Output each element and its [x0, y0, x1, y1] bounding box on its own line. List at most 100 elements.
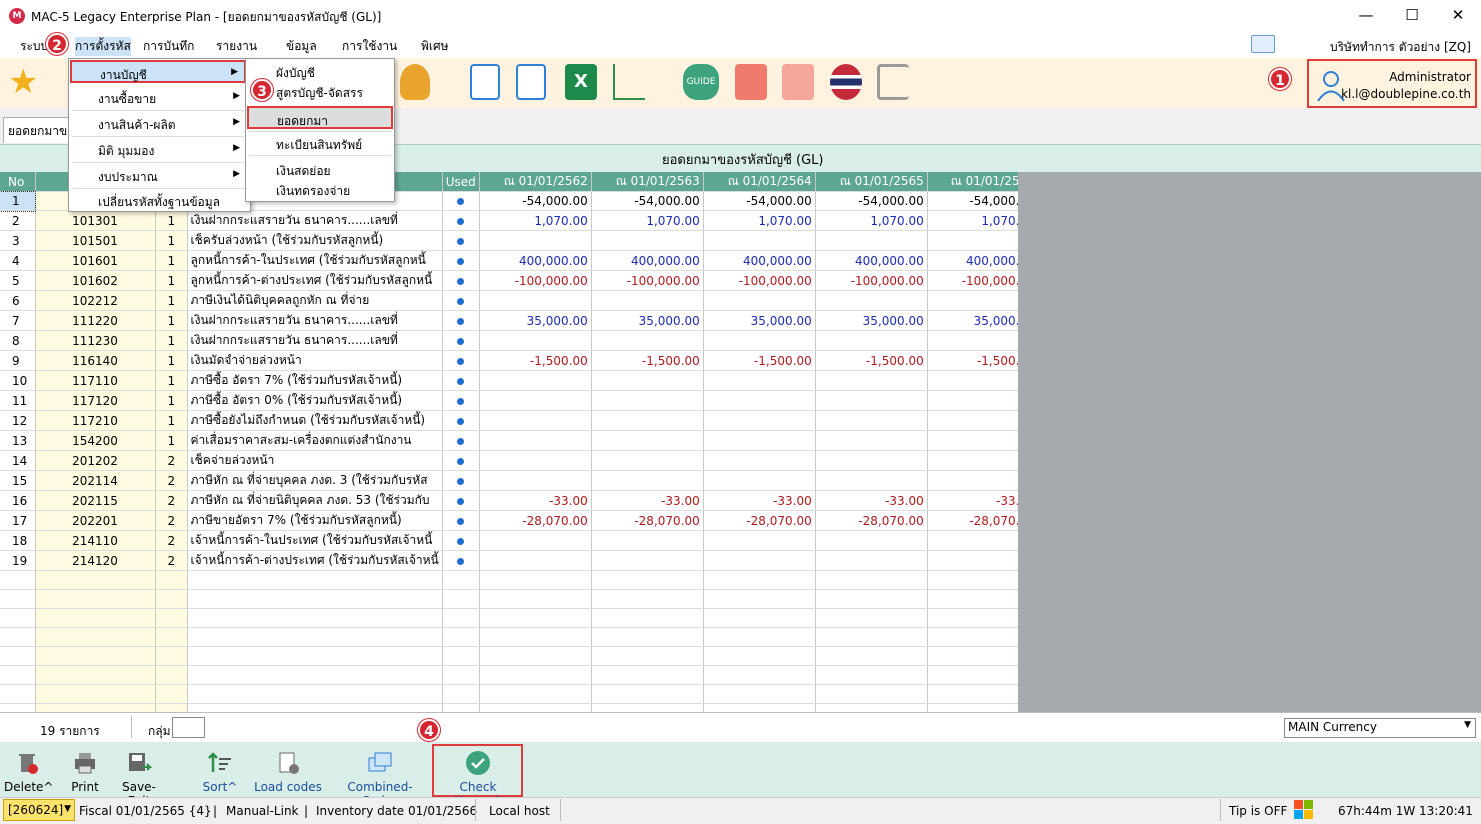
table-row[interactable]: 11 117120 1 ภาษีซื้อ อัตรา 0% (ใช้ร่วมกับรห… — [0, 390, 1039, 411]
language-flag-icon[interactable] — [830, 64, 862, 100]
balance-cell[interactable]: 35,000.00 — [479, 310, 592, 331]
row-number[interactable]: 4 — [0, 250, 36, 271]
account-code-cell[interactable]: 101501 — [35, 230, 156, 251]
row-number[interactable]: 7 — [0, 310, 36, 331]
tab-opening-balance[interactable]: ยอดยกมาของ — [3, 117, 75, 143]
balance-cell[interactable] — [479, 530, 592, 551]
menu-usage[interactable]: การใช้งาน — [342, 37, 397, 56]
balance-cell[interactable] — [703, 530, 816, 551]
submenu-item-petty-cash[interactable]: เงินสดย่อย — [248, 160, 388, 178]
account-name-cell[interactable]: เงินฝากกระแสรายวัน ธนาคาร......เลขที่ — [187, 330, 443, 351]
balance-cell[interactable]: -28,070.00 — [591, 510, 704, 531]
balance-cell[interactable] — [703, 410, 816, 431]
row-number[interactable]: 6 — [0, 290, 36, 311]
account-group-cell[interactable]: 1 — [155, 230, 188, 251]
table-row[interactable]: 7 111220 1 เงินฝากกระแสรายวัน ธนาคาร......เ… — [0, 310, 1039, 331]
balance-cell[interactable] — [479, 370, 592, 391]
balance-cell[interactable] — [591, 550, 704, 571]
account-group-cell[interactable]: 1 — [155, 430, 188, 451]
account-code-cell[interactable]: 116140 — [35, 350, 156, 371]
balance-cell[interactable]: -28,070.00 — [479, 510, 592, 531]
account-name-cell[interactable]: ภาษีขายอัตรา 7% (ใช้ร่วมกับรหัสลูกหนี้) — [187, 510, 443, 531]
balance-cell[interactable] — [479, 410, 592, 431]
gl-table[interactable]: No Used ณ 01/01/2562 ณ 01/01/2563 ณ 01/0… — [0, 172, 1039, 712]
account-code-cell[interactable]: 101601 — [35, 250, 156, 271]
col-header-period-2562[interactable]: ณ 01/01/2562 — [479, 172, 592, 192]
col-header-period-2563[interactable]: ณ 01/01/2563 — [591, 172, 704, 192]
table-row[interactable]: 9 116140 1 เงินมัดจำจ่ายล่วงหน้า -1,500.00 -1… — [0, 350, 1039, 371]
account-group-cell[interactable]: 1 — [155, 290, 188, 311]
balance-cell[interactable]: -100,000.00 — [703, 270, 816, 291]
balance-cell[interactable] — [591, 330, 704, 351]
table-row[interactable]: 14 201202 2 เช็คจ่ายล่วงหน้า — [0, 450, 1039, 471]
balance-cell[interactable]: -54,000.00 — [479, 191, 592, 211]
account-group-cell[interactable]: 1 — [155, 310, 188, 331]
account-code-cell[interactable]: 102212 — [35, 290, 156, 311]
balance-cell[interactable] — [815, 430, 928, 451]
row-number[interactable]: 1 — [0, 190, 36, 212]
table-row[interactable]: 19 214120 2 เจ้าหนี้การค้า-ต่างประเทศ (ใช้ร… — [0, 550, 1039, 571]
account-group-cell[interactable]: 1 — [155, 370, 188, 391]
balance-cell[interactable]: -54,000.00 — [815, 191, 928, 211]
balance-cell[interactable] — [591, 470, 704, 491]
balance-cell[interactable]: 1,070.00 — [815, 210, 928, 231]
balance-cell[interactable]: -54,000.00 — [591, 191, 704, 211]
balance-cell[interactable] — [815, 230, 928, 251]
account-name-cell[interactable]: เงินมัดจำจ่ายล่วงหน้า — [187, 350, 443, 371]
balance-cell[interactable] — [591, 430, 704, 451]
balance-cell[interactable] — [815, 470, 928, 491]
account-code-cell[interactable]: 214120 — [35, 550, 156, 571]
menu-data[interactable]: ข้อมูล — [286, 37, 317, 56]
account-name-cell[interactable]: เงินฝากกระแสรายวัน ธนาคาร......เลขที่ — [187, 210, 443, 231]
balance-cell[interactable] — [703, 550, 816, 571]
submenu-item-asset-register[interactable]: ทะเบียนสินทรัพย์ — [248, 134, 388, 152]
account-name-cell[interactable]: ภาษีเงินได้นิติบุคคลถูกหัก ณ ที่จ่าย — [187, 290, 443, 311]
balance-cell[interactable] — [479, 390, 592, 411]
account-code-cell[interactable]: 202114 — [35, 470, 156, 491]
balance-cell[interactable] — [815, 290, 928, 311]
load-codes-button[interactable]: Load codes — [254, 750, 322, 794]
balance-cell[interactable]: -1,500.00 — [479, 350, 592, 371]
account-group-cell[interactable]: 1 — [155, 410, 188, 431]
account-code-cell[interactable]: 101602 — [35, 270, 156, 291]
balance-cell[interactable]: -100,000.00 — [815, 270, 928, 291]
table-row[interactable]: 16 202115 2 ภาษีหัก ณ ที่จ่ายนิติบุคคล ภงด.… — [0, 490, 1039, 511]
row-number[interactable]: 17 — [0, 510, 36, 531]
balance-cell[interactable] — [479, 430, 592, 451]
account-code-cell[interactable]: 117120 — [35, 390, 156, 411]
balance-cell[interactable]: -54,000.00 — [703, 191, 816, 211]
balance-cell[interactable]: -100,000.00 — [479, 270, 592, 291]
balance-cell[interactable]: -1,500.00 — [591, 350, 704, 371]
balance-cell[interactable] — [703, 450, 816, 471]
excel-icon[interactable]: X — [565, 64, 597, 100]
balance-cell[interactable] — [815, 410, 928, 431]
guide-icon[interactable]: GUIDE — [683, 64, 719, 100]
row-number[interactable]: 16 — [0, 490, 36, 511]
folder-icon[interactable] — [1251, 35, 1275, 53]
balance-cell[interactable] — [591, 450, 704, 471]
balance-cell[interactable] — [591, 370, 704, 391]
menu-item-purchase-sales[interactable]: งานซื้อขาย ▶ — [70, 86, 246, 108]
balance-cell[interactable] — [815, 550, 928, 571]
col-header-period-2565[interactable]: ณ 01/01/2565 — [815, 172, 928, 192]
col-header-used[interactable]: Used — [442, 172, 480, 192]
account-code-cell[interactable]: 117210 — [35, 410, 156, 431]
account-name-cell[interactable]: ค่าเสื่อมราคาสะสม-เครื่องตกแต่งสำนักงาน — [187, 430, 443, 451]
balance-cell[interactable]: 400,000.00 — [591, 250, 704, 271]
balance-cell[interactable] — [479, 330, 592, 351]
account-name-cell[interactable]: ภาษีซื้อ อัตรา 7% (ใช้ร่วมกับรหัสเจ้าหนี… — [187, 370, 443, 391]
account-group-cell[interactable]: 2 — [155, 530, 188, 551]
balance-cell[interactable]: -33.00 — [703, 490, 816, 511]
account-name-cell[interactable]: ลูกหนี้การค้า-ในประเทศ (ใช้ร่วมกับรหัสลู… — [187, 250, 443, 271]
table-row[interactable]: 10 117110 1 ภาษีซื้อ อัตรา 7% (ใช้ร่วมกับรห… — [0, 370, 1039, 391]
account-code-cell[interactable]: 154200 — [35, 430, 156, 451]
balance-cell[interactable]: -33.00 — [815, 490, 928, 511]
balance-cell[interactable]: -28,070.00 — [815, 510, 928, 531]
balance-cell[interactable] — [479, 550, 592, 571]
account-code-cell[interactable]: 214110 — [35, 530, 156, 551]
chart-growth-icon[interactable] — [613, 64, 645, 100]
sort-button[interactable]: Sort^ — [200, 750, 240, 794]
account-group-cell[interactable]: 1 — [155, 330, 188, 351]
balance-cell[interactable] — [815, 390, 928, 411]
row-number[interactable]: 11 — [0, 390, 36, 411]
